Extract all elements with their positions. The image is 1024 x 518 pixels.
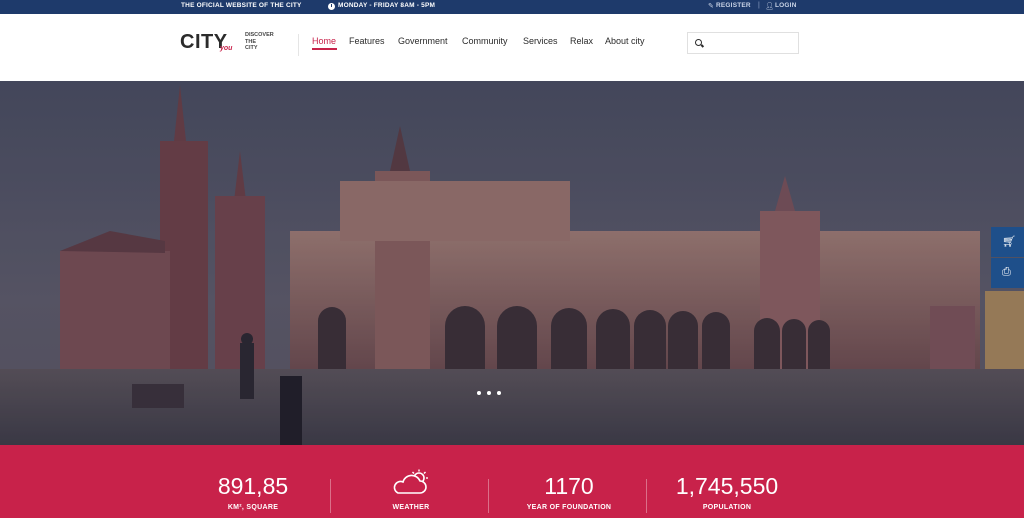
hero-slider [0, 81, 1024, 445]
stat-divider [646, 479, 647, 513]
nav-home[interactable]: Home [312, 36, 336, 46]
nav-community[interactable]: Community [462, 36, 508, 46]
nav-services[interactable]: Services [523, 36, 558, 46]
register-link[interactable]: REGISTER [716, 2, 751, 9]
stat-divider [330, 479, 331, 513]
topbar-separator: | [758, 2, 760, 9]
site-header: CITY you DISCOVER THE CITY Home Features… [0, 14, 1024, 81]
nav-features[interactable]: Features [349, 36, 385, 46]
pencil-icon: ✎ [708, 3, 714, 10]
stat-foundation-value: 1170 [544, 473, 594, 499]
login-link[interactable]: LOGIN [775, 2, 797, 9]
cart-icon: 🛒︎ [1002, 236, 1016, 248]
nav-government[interactable]: Government [398, 36, 448, 46]
print-icon: ⎙ [1002, 266, 1011, 278]
stat-area-value: 891,85 [217, 473, 289, 499]
nav-about-city[interactable]: About city [605, 36, 645, 46]
slider-dot[interactable] [477, 391, 481, 395]
slider-dot[interactable] [497, 391, 501, 395]
print-button[interactable]: ⎙ [991, 258, 1024, 288]
search-box [687, 32, 799, 54]
nav-relax[interactable]: Relax [570, 36, 593, 46]
slider-dot[interactable] [487, 391, 491, 395]
stat-divider [488, 479, 489, 513]
stat-area-label: KM², SQUARE [227, 504, 279, 511]
hero-image [0, 81, 1024, 445]
cart-button[interactable]: 🛒︎ [991, 227, 1024, 257]
city-stats-bar: 891,85 KM², SQUARE WEATHER 1170 YEAR OF … [0, 445, 1024, 518]
stat-population-label: POPULATION [702, 504, 752, 511]
header-divider [298, 34, 299, 56]
logo-tagline: DISCOVER THE CITY [245, 32, 274, 52]
opening-hours-text: MONDAY - FRIDAY 8AM - 5PM [338, 2, 436, 9]
tagline-line: DISCOVER [245, 32, 274, 38]
official-website-text: THE OFICIAL WEBSITE OF THE CITY [181, 2, 302, 9]
stat-population-value: 1,745,550 [675, 473, 779, 499]
top-bar: THE OFICIAL WEBSITE OF THE CITY MONDAY -… [0, 0, 1024, 14]
user-icon: 👤︎ [765, 3, 774, 10]
tagline-line: CITY [245, 45, 258, 51]
search-input[interactable] [706, 35, 794, 51]
stat-weather-label: WEATHER [392, 504, 430, 511]
stat-foundation-label: YEAR OF FOUNDATION [526, 504, 612, 511]
cloud-sun-icon [393, 469, 428, 494]
clock-icon [328, 3, 335, 10]
nav-active-underline [312, 48, 337, 50]
search-icon[interactable] [695, 39, 702, 46]
logo-sub-text: you [220, 45, 233, 52]
